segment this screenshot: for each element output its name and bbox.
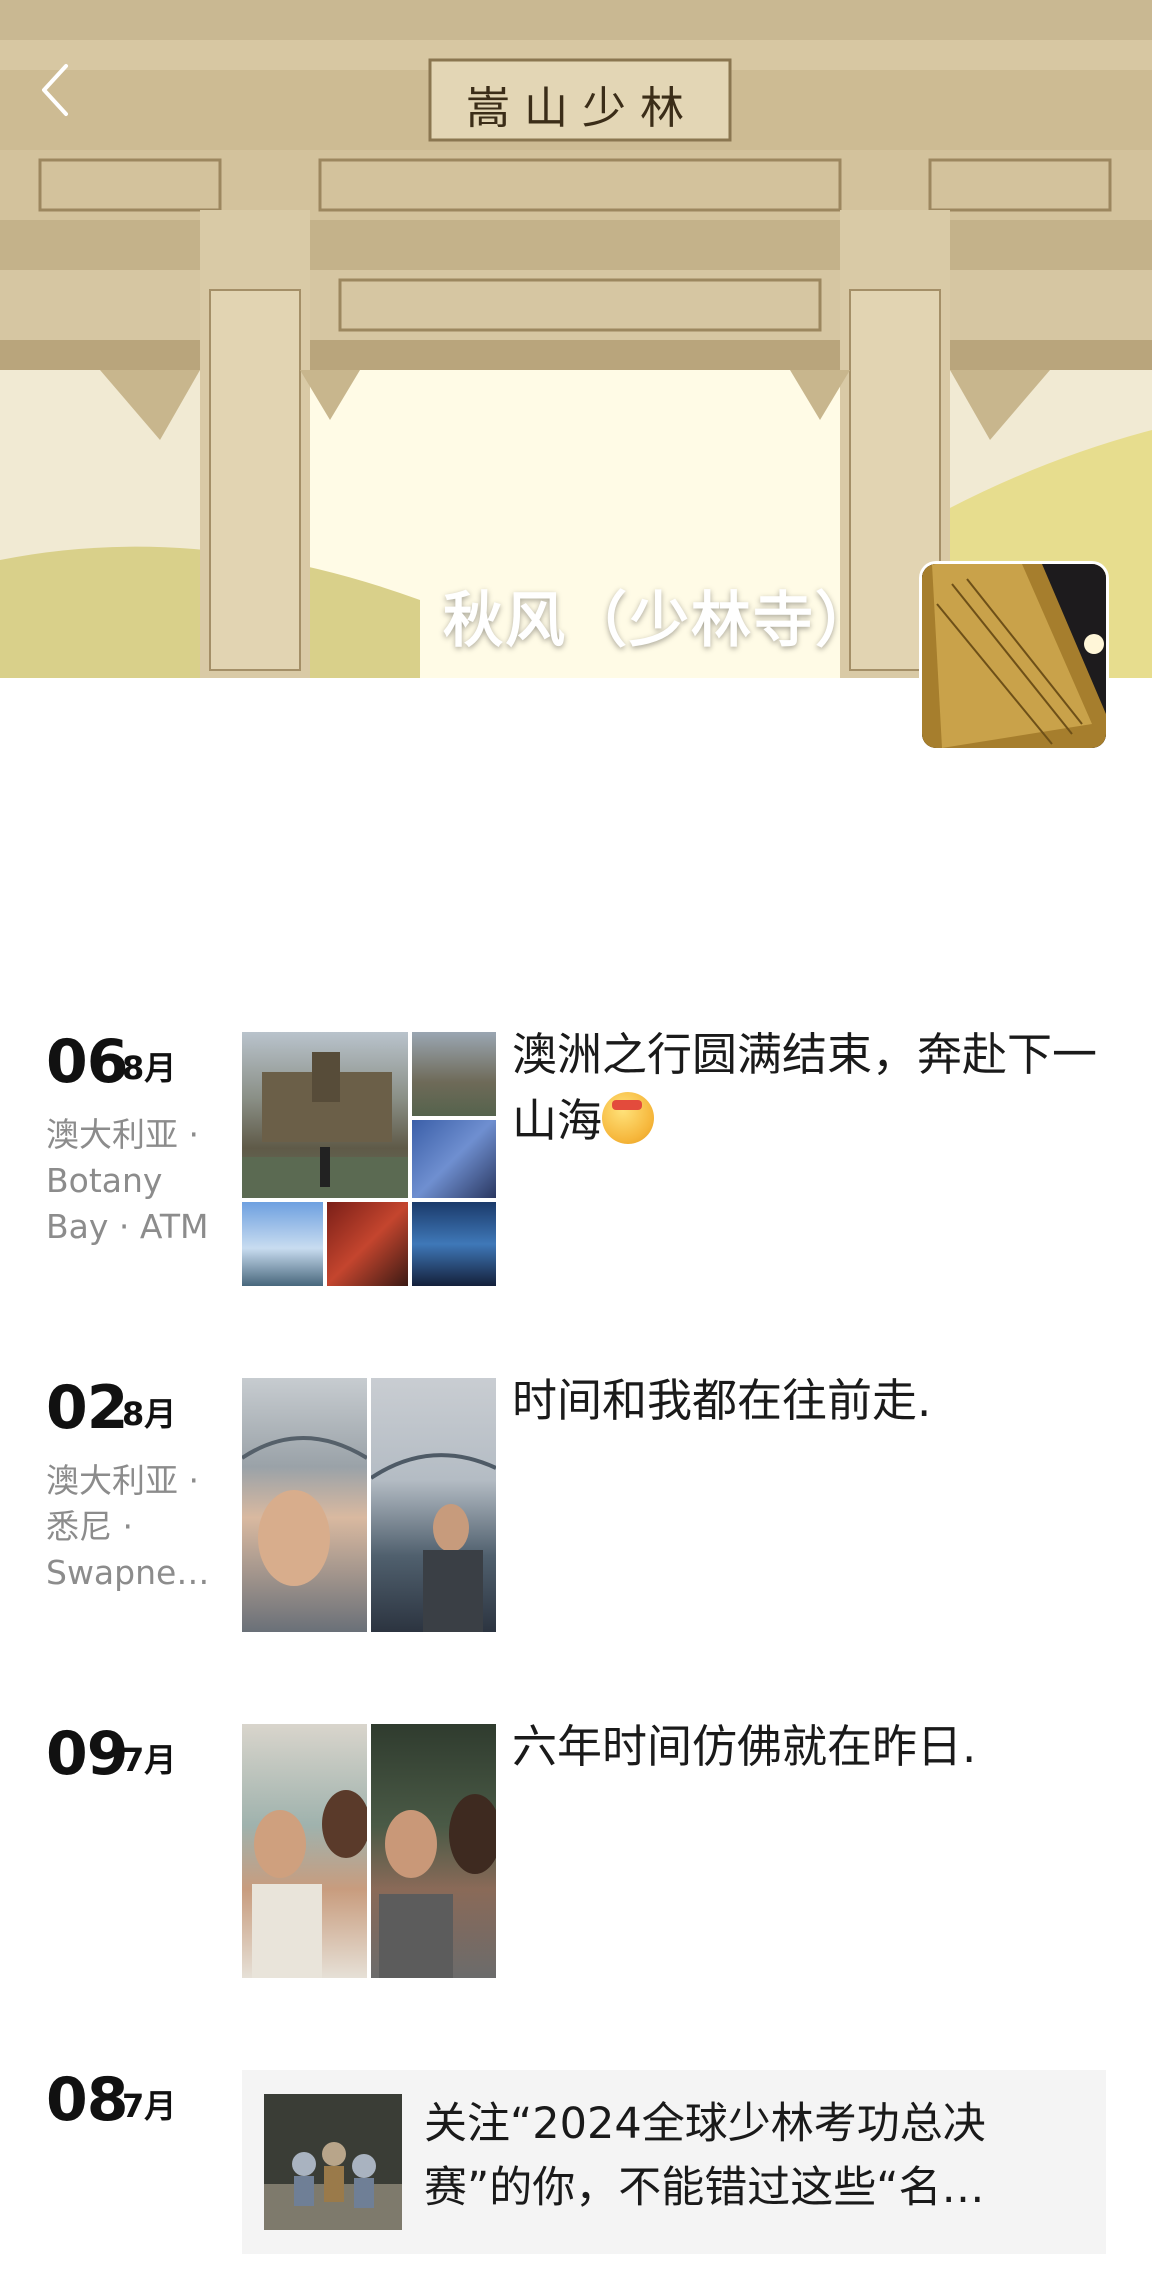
- photo-grid: [242, 1378, 496, 1632]
- avatar-image: [922, 564, 1106, 748]
- post-day: 09: [46, 1719, 128, 1789]
- post-text-content: 澳洲之行圆满结束，奔赴下一山海: [512, 1028, 1098, 1147]
- post-location[interactable]: 澳大利亚 · 悉尼 · Swapne…: [46, 1458, 216, 1596]
- photo-selfie-bridge[interactable]: [242, 1378, 367, 1632]
- back-button[interactable]: [36, 62, 76, 118]
- photo-university[interactable]: [242, 1032, 408, 1198]
- photo-harbour[interactable]: [371, 1378, 496, 1632]
- post-day: 06: [46, 1027, 128, 1097]
- post-day: 08: [46, 2065, 128, 2135]
- profile-name: 秋风（少林寺）: [443, 586, 877, 656]
- thinking-face-emoji-icon: [602, 1092, 655, 1144]
- chevron-left-icon: [42, 64, 68, 116]
- shared-article-card[interactable]: 关注“2024全球少林考功总决赛”的你，不能错过这些“名…: [242, 2070, 1106, 2254]
- post-location[interactable]: 澳大利亚 · Botany Bay · ATM: [46, 1112, 216, 1250]
- post-text: 六年时间仿佛就在昨日.: [512, 1720, 977, 1773]
- avatar[interactable]: [922, 564, 1106, 748]
- post-month: 8月: [122, 1395, 177, 1433]
- post-month: 7月: [122, 2087, 177, 2125]
- post-day: 02: [46, 1373, 128, 1443]
- photo-selfie-night[interactable]: [371, 1724, 496, 1978]
- photo-performance[interactable]: [327, 1202, 408, 1286]
- post-text: 澳洲之行圆满结束，奔赴下一山海: [512, 1022, 1102, 1154]
- article-title: 关注“2024全球少林考功总决赛”的你，不能错过这些“名…: [424, 2099, 986, 2213]
- article-thumbnail: [264, 2094, 402, 2230]
- gate-plaque-text: 嵩山少林: [466, 83, 698, 134]
- photo-building[interactable]: [412, 1032, 496, 1116]
- photo-grid: [242, 1032, 496, 1286]
- photo-aquarium[interactable]: [412, 1202, 496, 1286]
- post-text: 时间和我都在往前走.: [512, 1374, 932, 1427]
- photo-row: [242, 1202, 408, 1286]
- post-month: 7月: [122, 1741, 177, 1779]
- photo-portrait[interactable]: [412, 1120, 496, 1198]
- photo-grid: [242, 1724, 496, 1978]
- post-month: 8月: [122, 1049, 177, 1087]
- photo-selfie-friends[interactable]: [242, 1724, 367, 1978]
- photo-opera-house[interactable]: [242, 1202, 323, 1286]
